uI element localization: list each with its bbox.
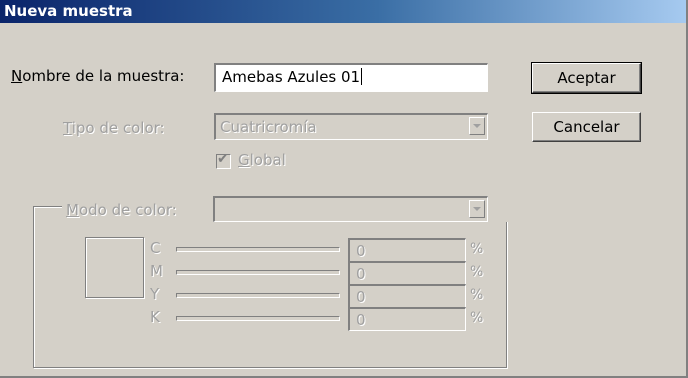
ok-button[interactable]: Aceptar: [531, 62, 642, 94]
channel-value: 0: [356, 288, 366, 306]
chevron-down-icon: [469, 200, 485, 218]
percent-unit: %: [470, 264, 484, 280]
global-checkbox[interactable]: ✔: [216, 151, 231, 169]
percent-unit: %: [470, 241, 484, 257]
title-bar[interactable]: Nueva muestra: [0, 0, 686, 23]
channel-value: 0: [356, 265, 366, 283]
swatch-name-value: Amebas Azules 01: [222, 68, 363, 86]
color-mode-dropdown[interactable]: [213, 196, 488, 222]
color-type-dropdown[interactable]: Cuatricromía: [214, 113, 488, 140]
channel-y-input[interactable]: 0: [348, 284, 466, 308]
new-swatch-dialog: Nueva muestra Nombre de la muestra: Ameb…: [0, 0, 688, 378]
percent-unit: %: [470, 310, 484, 326]
percent-unit: %: [470, 287, 484, 303]
color-type-value: Cuatricromía: [220, 118, 317, 136]
channel-k-input[interactable]: 0: [348, 307, 466, 331]
window-title: Nueva muestra: [4, 2, 133, 20]
channel-k-label: K: [150, 308, 160, 326]
color-preview-swatch: [85, 237, 144, 298]
swatch-name-input[interactable]: Amebas Azules 01: [214, 63, 488, 92]
channel-m-input[interactable]: 0: [348, 261, 466, 285]
channel-m-slider[interactable]: [176, 270, 340, 275]
color-type-label: Tipo de color:: [63, 119, 165, 137]
channel-c-slider[interactable]: [176, 247, 340, 252]
cancel-button[interactable]: Cancelar: [532, 112, 641, 142]
channel-k-slider[interactable]: [176, 316, 340, 321]
channel-y-slider[interactable]: [176, 293, 340, 298]
channel-c-input[interactable]: 0: [348, 238, 466, 262]
channel-y-label: Y: [150, 285, 160, 303]
channel-value: 0: [356, 311, 366, 329]
global-label: Global: [238, 151, 286, 169]
chevron-down-icon: [469, 117, 485, 135]
channel-value: 0: [356, 242, 366, 260]
channel-m-label: M: [150, 262, 163, 280]
channel-c-label: C: [150, 239, 161, 257]
check-icon: ✔: [217, 151, 229, 167]
swatch-name-label: Nombre de la muestra:: [11, 67, 185, 85]
color-mode-label: Modo de color:: [66, 201, 177, 219]
